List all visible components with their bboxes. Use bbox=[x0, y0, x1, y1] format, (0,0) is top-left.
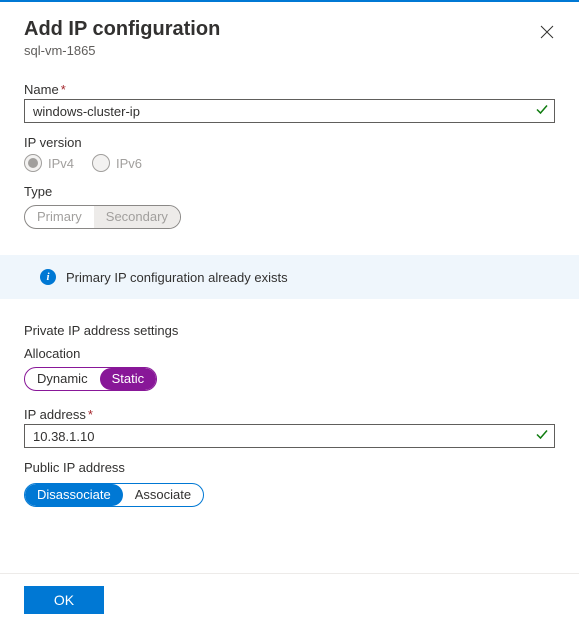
close-button[interactable] bbox=[535, 20, 559, 44]
type-primary-option: Primary bbox=[25, 206, 94, 228]
allocation-static-option[interactable]: Static bbox=[100, 368, 157, 390]
allocation-toggle[interactable]: Dynamic Static bbox=[24, 367, 157, 391]
info-icon: i bbox=[40, 269, 56, 285]
disassociate-option[interactable]: Disassociate bbox=[25, 484, 123, 506]
name-input[interactable] bbox=[24, 99, 555, 123]
private-ip-heading: Private IP address settings bbox=[24, 323, 555, 338]
ok-button[interactable]: OK bbox=[24, 586, 104, 614]
allocation-label: Allocation bbox=[24, 346, 555, 361]
type-toggle: Primary Secondary bbox=[24, 205, 181, 229]
close-icon bbox=[540, 25, 554, 39]
ipversion-label: IP version bbox=[24, 135, 555, 150]
ipv4-radio: IPv4 bbox=[24, 154, 74, 172]
type-label: Type bbox=[24, 184, 555, 199]
type-secondary-option: Secondary bbox=[94, 206, 180, 228]
ipaddress-input[interactable] bbox=[24, 424, 555, 448]
panel-subtitle: sql-vm-1865 bbox=[24, 43, 555, 58]
ipaddress-label: IP address* bbox=[24, 407, 555, 422]
info-banner: i Primary IP configuration already exist… bbox=[0, 255, 579, 299]
name-label: Name* bbox=[24, 82, 555, 97]
public-ip-toggle[interactable]: Disassociate Associate bbox=[24, 483, 204, 507]
public-ip-heading: Public IP address bbox=[24, 460, 555, 475]
info-text: Primary IP configuration already exists bbox=[66, 270, 288, 285]
allocation-dynamic-option[interactable]: Dynamic bbox=[25, 368, 100, 390]
associate-option[interactable]: Associate bbox=[123, 484, 203, 506]
panel-title: Add IP configuration bbox=[24, 18, 555, 41]
ipv6-radio: IPv6 bbox=[92, 154, 142, 172]
